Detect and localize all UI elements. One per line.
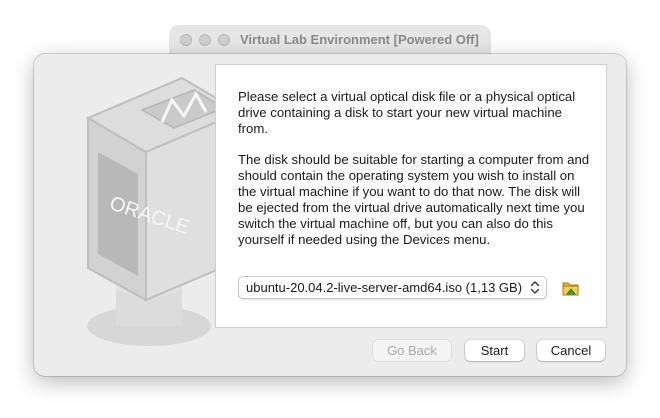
minimize-window-button[interactable] xyxy=(199,34,211,46)
chevron-updown-icon xyxy=(528,279,542,296)
message-panel: Please select a virtual optical disk fil… xyxy=(215,64,607,328)
start-disk-dialog: ORACLE Please select a virtual optical d… xyxy=(34,54,626,376)
instruction-paragraph-1: Please select a virtual optical disk fil… xyxy=(238,89,576,136)
disk-selector[interactable]: ubuntu-20.04.2-live-server-amd64.iso (1,… xyxy=(238,276,547,299)
cancel-button[interactable]: Cancel xyxy=(537,340,605,361)
close-window-button[interactable] xyxy=(180,34,192,46)
go-back-button[interactable]: Go Back xyxy=(373,340,451,361)
zoom-window-button[interactable] xyxy=(218,34,230,46)
instruction-paragraph-2: The disk should be suitable for starting… xyxy=(238,152,590,247)
choose-disk-file-button[interactable] xyxy=(561,278,581,298)
window-title: Virtual Lab Environment [Powered Off] xyxy=(240,32,479,47)
folder-open-icon xyxy=(562,282,579,296)
start-button[interactable]: Start xyxy=(465,340,524,361)
screen: Virtual Lab Environment [Powered Off] OR… xyxy=(0,0,660,418)
disk-selector-value: ubuntu-20.04.2-live-server-amd64.iso (1,… xyxy=(246,280,523,295)
instructions: Please select a virtual optical disk fil… xyxy=(238,89,590,263)
